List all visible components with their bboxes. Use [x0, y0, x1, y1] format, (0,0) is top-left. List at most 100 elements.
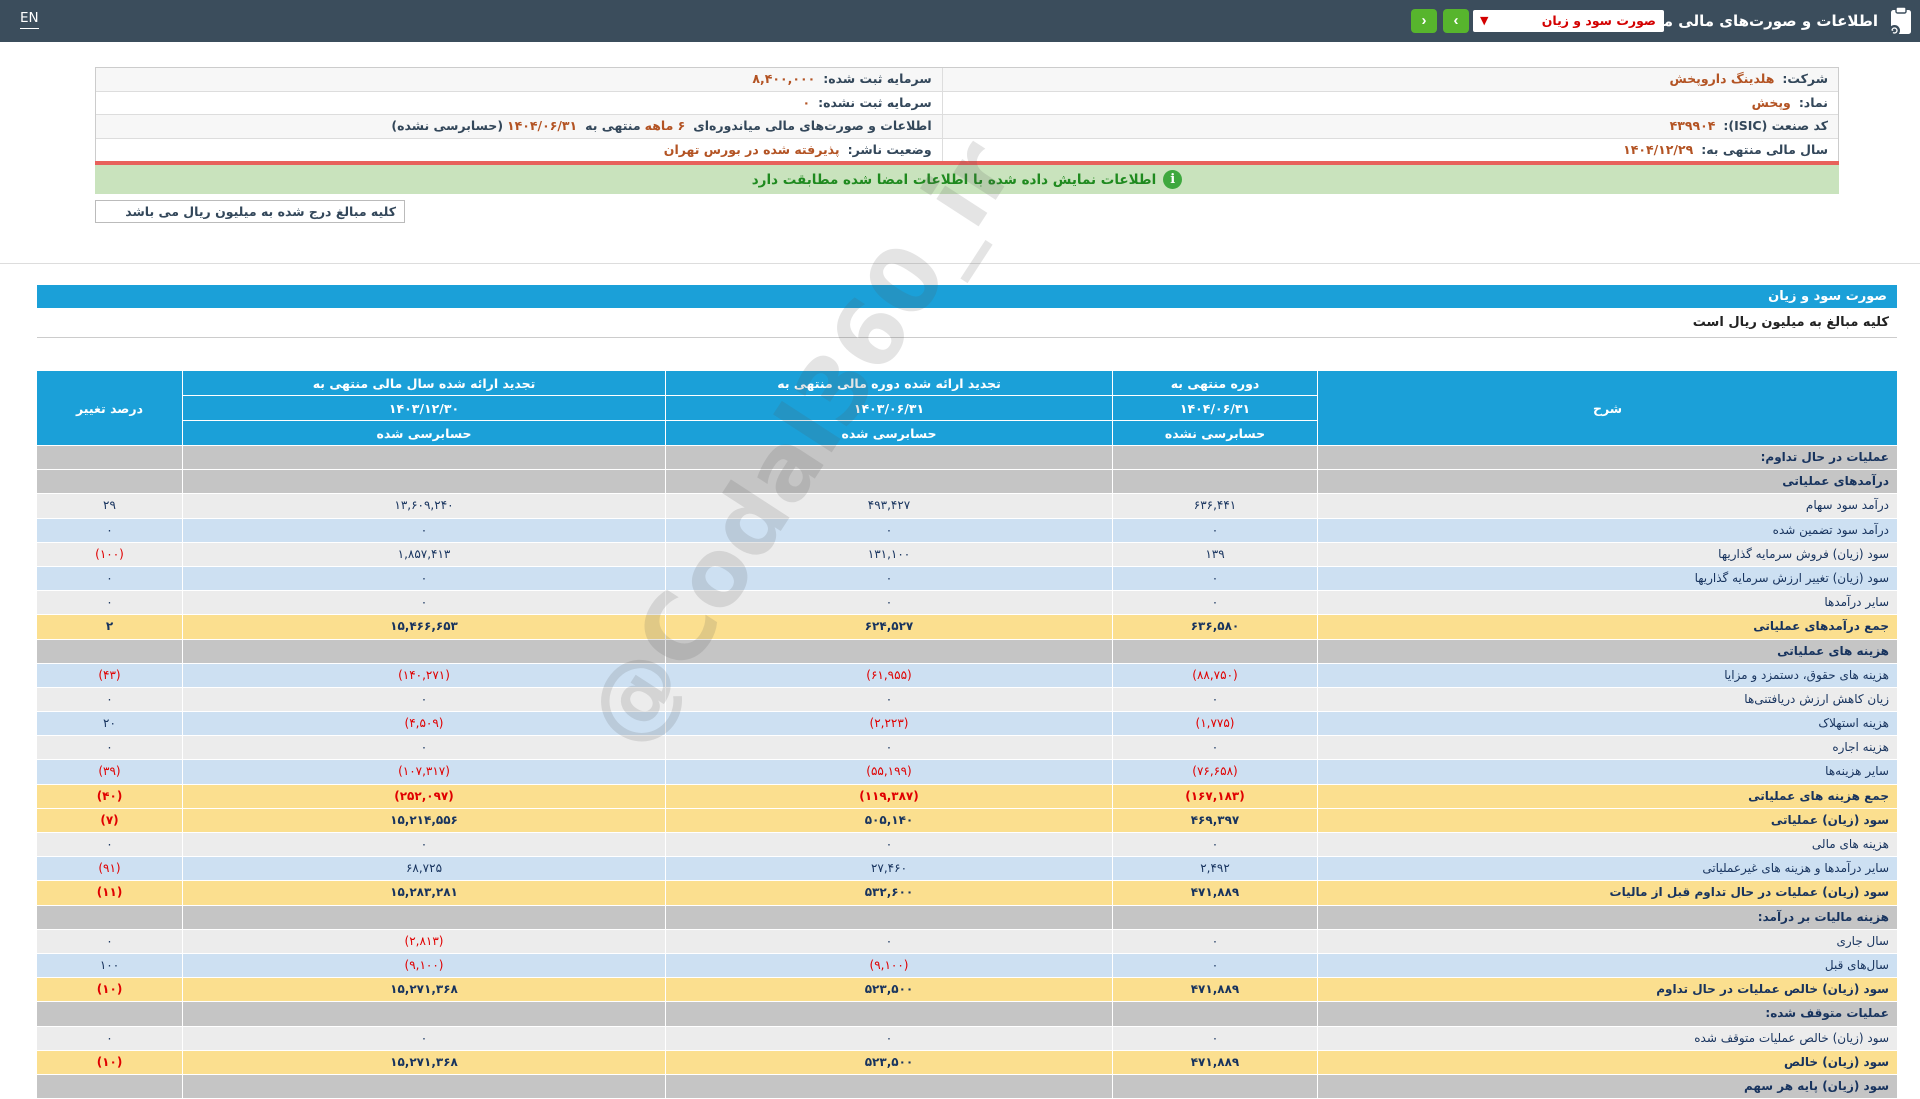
cell-value: ۰: [182, 687, 665, 713]
cell-value: ۱۵,۲۸۳,۲۸۱: [182, 881, 665, 906]
row-label: جمع هزینه های عملیاتی: [1317, 784, 1897, 809]
table-row: هزینه های حقوق، دستمزد و مزایا (۸۸,۷۵۰) (۶…: [37, 663, 1897, 688]
row-label: سود (زیان) عملیاتی: [1317, 808, 1897, 833]
cell-value: [37, 446, 182, 471]
cell-value: ۵۲۳,۵۰۰: [665, 1050, 1112, 1075]
cell-value: ۵۳۲,۶۰۰: [665, 881, 1112, 906]
cell-value: (۹,۱۰۰): [182, 953, 665, 979]
table-row: سود (زیان) تغییر ارزش سرمایه گذاریها ۰ ۰ ۰ ۰: [37, 566, 1897, 592]
cell-value: (۴,۵۰۹): [182, 712, 665, 737]
cell-value: ۰: [182, 591, 665, 616]
notice-text: اطلاعات نمایش داده شده با اطلاعات امضا ش…: [751, 171, 1157, 188]
cell-value: [182, 470, 665, 495]
cell-value: (۹۱): [37, 857, 182, 882]
table-row: سایر درآمدها و هزینه های غیرعملیاتی ۲,۴۹۲…: [37, 857, 1897, 882]
cell-value: ۰: [37, 736, 182, 761]
field-label: سال مالی منتهی به:: [1701, 141, 1828, 157]
field-label: کد صنعت (ISIC):: [1723, 118, 1828, 133]
cell-value: (۱۴۰,۲۷۱): [182, 663, 665, 688]
cell-value: ۰: [1112, 953, 1317, 979]
cell-value: ۰: [182, 736, 665, 761]
field-value: پذیرفته شده در بورس تهران: [663, 141, 840, 157]
row-label: سود (زیان) پایه هر سهم: [1317, 1074, 1897, 1099]
cell-value: ۴۷۱,۸۸۹: [1112, 1050, 1317, 1075]
table-row: درآمد سود تضمین شده ۰ ۰ ۰ ۰: [37, 518, 1897, 543]
report-period-cell: اطلاعات و صورت‌های مالی میاندوره‌ای ۶ ما…: [96, 115, 943, 138]
cell-value: [182, 446, 665, 471]
cell-value: ۰: [1112, 1026, 1317, 1051]
cell-value: (۲,۸۱۳): [182, 929, 665, 954]
cell-value: (۱۰۰): [37, 542, 182, 567]
table-row: سود (زیان) عملیاتی ۴۶۹,۳۹۷ ۵۰۵,۱۴۰ ۱۵,۲۱۴,۵…: [37, 808, 1897, 833]
cell-value: [1112, 446, 1317, 471]
language-switch-en[interactable]: EN: [20, 10, 39, 29]
table-row: سود (زیان) خالص عملیات متوقف شده ۰ ۰ ۰ ۰: [37, 1026, 1897, 1051]
cell-value: ۰: [182, 833, 665, 858]
field-value: ۸,۴۰۰,۰۰۰: [752, 71, 816, 86]
next-statement-button[interactable]: ›: [1443, 9, 1469, 33]
row-label: سال جاری: [1317, 929, 1897, 954]
column-header-current-date: ۱۴۰۴/۰۶/۳۱: [1112, 396, 1317, 421]
table-row: سایر هزینه‌ها (۷۶,۶۵۸) (۵۵,۱۹۹) (۱۰۷,۳۱۷) (۳…: [37, 760, 1897, 785]
cell-value: ۰: [37, 833, 182, 858]
unregistered-capital-cell: سرمایه ثبت نشده: ۰: [96, 91, 943, 114]
cell-value: ۲۰: [37, 712, 182, 737]
field-label: سرمایه ثبت نشده:: [818, 94, 932, 110]
cell-value: (۱,۷۷۵): [1112, 712, 1317, 737]
column-header-current-period: دوره منتهی به: [1112, 371, 1317, 396]
table-row: درآمد سود سهام ۶۳۶,۴۴۱ ۴۹۳,۴۲۷ ۱۳,۶۰۹,۲۴۰ ۲۹: [37, 494, 1897, 519]
row-label: سود (زیان) عملیات در حال تداوم قبل از ما…: [1317, 881, 1897, 906]
cell-value: (۷۶,۶۵۸): [1112, 760, 1317, 785]
cell-value: ۰: [665, 566, 1112, 592]
section-row: هزینه مالیات بر درآمد:: [37, 905, 1897, 930]
cell-value: ۰: [37, 591, 182, 616]
report-type-dropdown[interactable]: صورت سود و زیان ▼: [1473, 10, 1664, 32]
field-label: وضعیت ناشر:: [847, 141, 932, 157]
cell-value: [182, 1002, 665, 1027]
cell-value: (۶۱,۹۵۵): [665, 663, 1112, 688]
cell-value: ۰: [182, 566, 665, 592]
table-row: سال‌های قبل ۰ (۹,۱۰۰) (۹,۱۰۰) ۱۰۰: [37, 953, 1897, 979]
field-label: نماد:: [1798, 94, 1828, 110]
cell-value: ۴۶۹,۳۹۷: [1112, 808, 1317, 833]
cell-value: [1112, 905, 1317, 930]
previous-statement-button[interactable]: ‹: [1411, 9, 1437, 33]
cell-value: [37, 470, 182, 495]
table-row: جمع درآمدهای عملیاتی ۶۳۶,۵۸۰ ۶۲۴,۵۲۷ ۱۵,۴۶۶…: [37, 615, 1897, 640]
row-label: هزینه های عملیاتی: [1317, 639, 1897, 664]
registered-capital-cell: سرمایه ثبت شده: ۸,۴۰۰,۰۰۰: [96, 68, 943, 91]
field-label: منتهی به: [585, 118, 641, 133]
cell-value: [37, 1002, 182, 1027]
field-value: وپخش: [1751, 94, 1791, 110]
cell-value: (۱۰۷,۳۱۷): [182, 760, 665, 785]
cell-value: ۵۰۵,۱۴۰: [665, 808, 1112, 833]
table-row: هزینه های مالی ۰ ۰ ۰ ۰: [37, 833, 1897, 858]
row-label: سایر هزینه‌ها: [1317, 760, 1897, 785]
cell-value: ۰: [37, 929, 182, 954]
cell-value: ۰: [182, 1026, 665, 1051]
column-header-restated-period-date: ۱۴۰۳/۰۶/۳۱: [665, 396, 1112, 421]
cell-value: ۰: [182, 518, 665, 543]
cell-value: [182, 905, 665, 930]
cell-value: ۰: [1112, 833, 1317, 858]
amounts-note-row: کلیه مبالغ به میلیون ریال است: [37, 308, 1897, 338]
cell-value: (۵۵,۱۹۹): [665, 760, 1112, 785]
cell-value: ۶۳۶,۵۸۰: [1112, 615, 1317, 640]
row-label: جمع درآمدهای عملیاتی: [1317, 615, 1897, 640]
cell-value: ۲۷,۴۶۰: [665, 857, 1112, 882]
cell-value: [1112, 1002, 1317, 1027]
section-row: سود (زیان) پایه هر سهم: [37, 1074, 1897, 1099]
cell-value: ۱۳۱,۱۰۰: [665, 542, 1112, 567]
row-label: سود (زیان) خالص: [1317, 1050, 1897, 1075]
field-label: اطلاعات و صورت‌های مالی میاندوره‌ای: [693, 118, 932, 133]
cell-value: ۶۲۴,۵۲۷: [665, 615, 1112, 640]
cell-value: ۱۵,۲۱۴,۵۵۶: [182, 808, 665, 833]
cell-value: ۰: [665, 736, 1112, 761]
issuer-status-cell: وضعیت ناشر: پذیرفته شده در بورس تهران: [96, 138, 943, 161]
table-header: شرح دوره منتهی به ۱۴۰۴/۰۶/۳۱ حسابرسی نشد…: [37, 371, 1897, 446]
cell-value: [1112, 470, 1317, 495]
column-header-restated-year-date: ۱۴۰۳/۱۲/۳۰: [182, 396, 665, 421]
cell-value: ۰: [1112, 736, 1317, 761]
cell-value: (۸۸,۷۵۰): [1112, 663, 1317, 688]
row-label: درآمدهای عملیاتی: [1317, 470, 1897, 495]
